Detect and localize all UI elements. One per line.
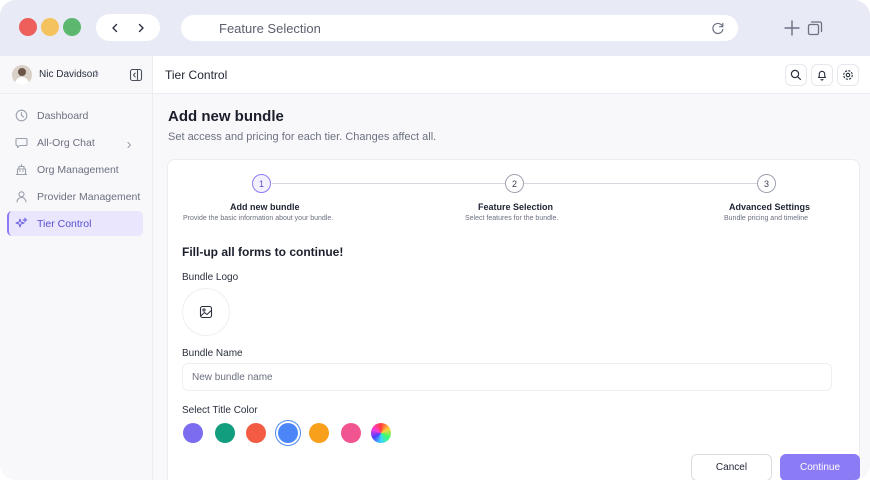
user-switcher[interactable]: Nic Davidson [0,56,153,94]
back-button[interactable] [105,18,125,38]
step-1-indicator[interactable]: 1 [252,174,271,193]
sidebar-item-label: Provider Management [37,190,141,203]
search-button[interactable] [785,64,807,86]
settings-icon [843,70,853,80]
plus-icon [784,20,800,36]
tab-overview-button[interactable] [806,19,824,37]
title-color-label: Select Title Color [182,405,258,416]
search-icon [790,69,802,81]
minimize-window-button[interactable] [41,18,59,36]
reload-button[interactable] [710,20,726,36]
bundle-name-label: Bundle Name [182,348,243,359]
sidebar-item-label: Dashboard [37,109,89,122]
color-swatch-purple[interactable] [183,423,203,443]
main-content: Add new bundle Set access and pricing fo… [153,94,870,480]
page-title: Add new bundle [168,108,284,125]
sidebar-item-all-org-chat[interactable]: All-Org Chat [7,130,143,155]
color-swatch-pink[interactable] [341,423,361,443]
forward-button[interactable] [131,18,151,38]
collapse-sidebar-button[interactable] [129,68,143,82]
maximize-window-button[interactable] [63,18,81,36]
bundle-logo-upload[interactable] [182,288,230,336]
sidebar-toggle-icon [129,68,143,82]
bundle-form-card: 1 2 3 Add new bundle Provide the basic i… [167,159,860,480]
step-1-title: Add new bundle [230,202,300,212]
sidebar-item-tier-control[interactable]: Tier Control [7,211,143,236]
sidebar-item-label: Tier Control [37,217,92,230]
settings-button[interactable] [837,64,859,86]
sidebar-item-label: All-Org Chat [37,136,95,149]
sparkle-icon [14,217,28,231]
reload-icon [712,22,724,35]
step-3-indicator[interactable]: 3 [757,174,776,193]
dashboard-icon [14,109,28,123]
color-swatch-blue[interactable] [278,423,298,443]
image-icon [199,305,213,319]
building-icon [14,163,28,177]
chevron-right-icon [138,23,144,32]
color-swatch-orange[interactable] [309,423,329,443]
sidebar-item-org-management[interactable]: Org Management [7,157,143,182]
form-heading: Fill-up all forms to continue! [182,245,344,259]
sidebar-item-provider-management[interactable]: Provider Management [7,184,143,209]
sidebar-item-dashboard[interactable]: Dashboard [7,103,143,128]
page-header-title: Tier Control [165,68,228,82]
chevron-left-icon [112,23,118,32]
step-2-description: Select features for the bundle. [465,215,559,222]
new-tab-button[interactable] [783,19,801,37]
address-text: Feature Selection [219,21,321,36]
app-window: Feature Selection Nic Davidson Dashboard… [0,0,870,480]
chat-icon [14,136,28,150]
step-3-description: Bundle pricing and timeline [724,215,809,222]
avatar [12,65,32,85]
address-bar[interactable]: Feature Selection [181,15,738,41]
step-2-indicator[interactable]: 2 [505,174,524,193]
page-subtitle: Set access and pricing for each tier. Ch… [168,131,437,143]
bundle-logo-label: Bundle Logo [182,272,239,283]
chevron-right-icon [124,137,134,149]
cancel-button[interactable]: Cancel [691,454,772,480]
history-nav [96,14,160,41]
stepper-connector [524,183,758,184]
topbar: Tier Control [153,56,870,94]
user-icon [14,190,28,204]
sidebar-item-label: Org Management [37,163,119,176]
continue-button[interactable]: Continue [780,454,860,480]
user-name: Nic Davidson [39,69,98,80]
custom-color-wheel-button[interactable] [371,423,391,443]
stepper-connector [272,183,505,184]
step-3-title: Advanced Settings [729,202,811,212]
bell-icon [817,70,827,81]
step-1-description: Provide the basic information about your… [183,215,334,222]
sidebar-nav: Dashboard All-Org Chat Org Management Pr… [7,103,143,238]
close-window-button[interactable] [19,18,37,36]
copy-icon [807,21,823,36]
color-swatch-green[interactable] [215,423,235,443]
step-2-title: Feature Selection [478,202,554,212]
sidebar: Nic Davidson Dashboard All-Org Chat Org … [0,56,153,480]
color-swatch-red[interactable] [246,423,266,443]
bundle-name-input[interactable] [182,363,832,391]
notifications-button[interactable] [811,64,833,86]
chevron-updown-icon [93,69,99,80]
app-area: Nic Davidson Dashboard All-Org Chat Org … [0,56,870,480]
browser-chrome: Feature Selection [0,0,870,56]
